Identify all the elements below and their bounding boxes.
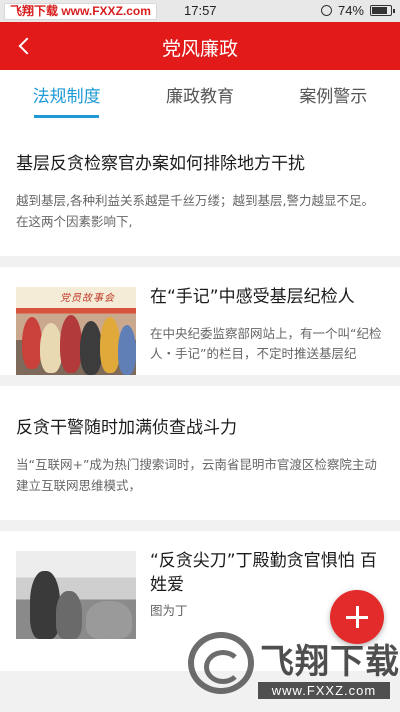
article-list: 基层反贪检察官办案如何排除地方干扰 越到基层,各种利益关系越是千丝万缕；越到基层… bbox=[0, 122, 400, 671]
article-title: 反贪干警随时加满侦查战斗力 bbox=[16, 418, 237, 438]
tab-integrity-education[interactable]: 廉政教育 bbox=[133, 70, 266, 122]
title-bar: 党风廉政 bbox=[0, 22, 400, 70]
article-title: 基层反贪检察官办案如何排除地方干扰 bbox=[16, 154, 305, 174]
article-item[interactable]: 基层反贪检察官办案如何排除地方干扰 越到基层,各种利益关系越是千丝万缕；越到基层… bbox=[0, 122, 400, 256]
article-summary: 在中央纪委监察部网站上，有一个叫“纪检人・手记”的栏目，不定时推送基层纪 bbox=[150, 326, 382, 361]
site-watermark: 飞翔下载 www.FXXZ.com bbox=[4, 3, 157, 20]
app-screen: 飞翔下载 www.FXXZ.com 17:57 74% 党风廉政 法规制度 廉政… bbox=[0, 0, 400, 712]
status-bar: 飞翔下载 www.FXXZ.com 17:57 74% bbox=[0, 0, 400, 22]
article-thumbnail bbox=[16, 551, 136, 639]
battery-percent: 74% bbox=[337, 3, 364, 18]
article-title: 在“手记”中感受基层纪检人 bbox=[150, 287, 355, 307]
status-indicators: 74% bbox=[320, 3, 395, 18]
article-summary: 当“互联网+”成为热门搜索词时，云南省昆明市官渡区检察院主动建立互联网思维模式， bbox=[16, 457, 377, 493]
thumbnail-banner-text: 党员故事会 bbox=[60, 293, 115, 304]
article-item[interactable]: 党员故事会 在“手记”中感受基层纪检人 在中央纪委监察部网站上，有一个叫“纪检人… bbox=[0, 267, 400, 375]
tab-case-warnings[interactable]: 案例警示 bbox=[267, 70, 400, 122]
alarm-icon bbox=[320, 5, 332, 16]
status-time: 17:57 bbox=[184, 3, 217, 18]
watermark-url: www.FXXZ.com bbox=[258, 682, 390, 699]
battery-icon bbox=[370, 5, 395, 16]
plus-icon bbox=[346, 606, 368, 628]
article-summary: 越到基层,各种利益关系越是千丝万缕；越到基层,警力越显不足。在这两个因素影响下, bbox=[16, 193, 374, 229]
tab-regulations[interactable]: 法规制度 bbox=[0, 70, 133, 122]
article-text: 在“手记”中感受基层纪检人 在中央纪委监察部网站上，有一个叫“纪检人・手记”的栏… bbox=[136, 287, 400, 375]
add-button[interactable] bbox=[330, 590, 384, 644]
page-title: 党风廉政 bbox=[161, 38, 238, 60]
category-tabs: 法规制度 廉政教育 案例警示 bbox=[0, 70, 400, 122]
article-thumbnail: 党员故事会 bbox=[16, 287, 136, 375]
article-item[interactable]: 反贪干警随时加满侦查战斗力 当“互联网+”成为热门搜索词时，云南省昆明市官渡区检… bbox=[0, 386, 400, 520]
